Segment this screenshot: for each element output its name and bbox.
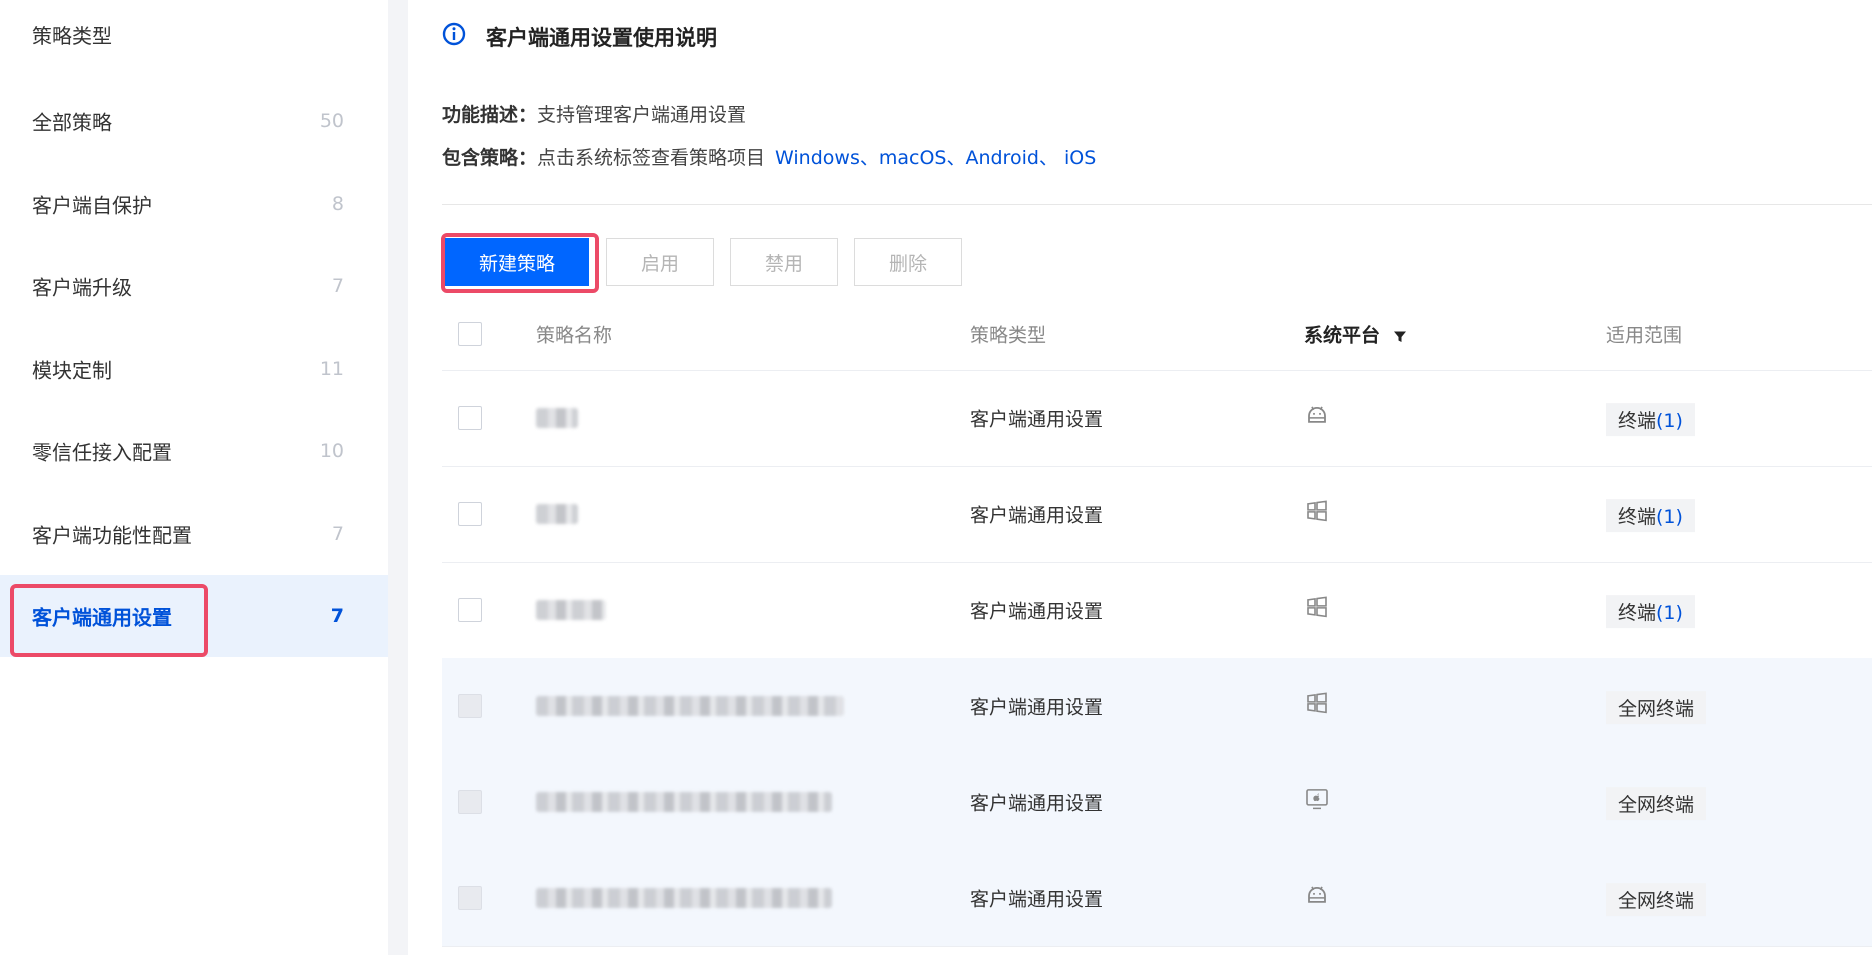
included-policies-label: 包含策略： (442, 147, 538, 169)
windows-icon (1307, 500, 1327, 522)
scope-tag[interactable]: 全网终端 (1606, 883, 1707, 917)
table-header: 策略名称 策略类型 系统平台 适用范围 (442, 298, 1872, 371)
windows-icon (1307, 692, 1327, 714)
table-row[interactable]: 客户端通用设置 全网终端 (442, 658, 1872, 755)
disable-button[interactable]: 禁用 (730, 238, 838, 286)
row-checkbox (458, 790, 482, 814)
sidebar-item-upgrade[interactable]: 客户端升级 7 (0, 245, 388, 327)
table-row[interactable]: 客户端通用设置 终端(1) (442, 562, 1872, 659)
column-scope: 适用范围 (1606, 324, 1683, 347)
android-icon (1308, 886, 1326, 903)
sidebar-item-self-protect[interactable]: 客户端自保护 8 (0, 163, 388, 245)
function-description-label: 功能描述： (442, 104, 538, 126)
table-row[interactable]: 客户端通用设置 全网终端 (442, 754, 1872, 851)
sidebar-item-module-custom[interactable]: 模块定制 11 (0, 328, 388, 410)
row-checkbox[interactable] (458, 502, 482, 526)
sidebar-item-label: 零信任接入配置 (32, 440, 172, 465)
scope-tag[interactable]: 全网终端 (1606, 787, 1707, 821)
table-row[interactable]: 客户端通用设置 全网终端 (442, 850, 1872, 947)
scope-count: (1) (1656, 506, 1683, 529)
row-checkbox[interactable] (458, 406, 482, 430)
policy-type-sidebar: 策略类型 全部策略 50 客户端自保护 8 客户端升级 7 模块定制 11 零信… (0, 0, 388, 955)
redacted-policy-name (536, 696, 844, 716)
sidebar-item-count: 7 (330, 605, 344, 627)
scope-count: (1) (1656, 410, 1683, 433)
delete-button[interactable]: 删除 (854, 238, 962, 286)
sidebar-header: 策略类型 (32, 24, 112, 48)
table-row[interactable]: 客户端通用设置 终端(1) (442, 370, 1872, 467)
row-checkbox[interactable] (458, 598, 482, 622)
sidebar-item-label: 客户端通用设置 (32, 605, 172, 630)
info-title: 客户端通用设置使用说明 (486, 26, 717, 50)
macos-icon (1306, 789, 1328, 810)
sidebar-item-count: 50 (319, 110, 344, 132)
select-all-checkbox[interactable] (458, 322, 482, 346)
function-description-text: 支持管理客户端通用设置 (537, 104, 747, 126)
column-platform-label: 系统平台 (1304, 324, 1381, 347)
redacted-policy-name (536, 792, 832, 812)
sidebar-item-label: 客户端升级 (32, 275, 132, 300)
windows-icon (1307, 596, 1327, 618)
policy-type-cell: 客户端通用设置 (970, 696, 1104, 719)
policy-type-cell: 客户端通用设置 (970, 888, 1104, 911)
sidebar-item-count: 7 (331, 523, 344, 545)
function-description: 功能描述：支持管理客户端通用设置 (442, 100, 746, 127)
included-policies-text: 点击系统标签查看策略项目 (537, 147, 766, 169)
sidebar-item-count: 7 (331, 275, 344, 297)
sidebar-item-zero-trust[interactable]: 零信任接入配置 10 (0, 410, 388, 492)
filter-icon[interactable] (1393, 329, 1407, 343)
column-policy-name: 策略名称 (536, 324, 613, 347)
scope-label: 终端 (1618, 410, 1657, 433)
scope-label: 终端 (1618, 602, 1657, 625)
sidebar-item-count: 8 (331, 193, 344, 215)
android-icon (1308, 406, 1326, 423)
sidebar-item-label: 客户端功能性配置 (32, 523, 192, 548)
sidebar-item-count: 10 (319, 440, 344, 462)
policy-type-cell: 客户端通用设置 (970, 792, 1104, 815)
info-icon (442, 22, 466, 46)
main-panel: 客户端通用设置使用说明 功能描述：支持管理客户端通用设置 包含策略：点击系统标签… (408, 0, 1872, 955)
policy-type-cell: 客户端通用设置 (970, 504, 1104, 527)
redacted-policy-name (536, 600, 606, 620)
sidebar-item-count: 11 (319, 358, 344, 380)
scope-label: 终端 (1618, 506, 1657, 529)
sidebar-item-general-settings[interactable]: 客户端通用设置 7 (0, 575, 388, 657)
scope-label: 全网终端 (1618, 698, 1695, 721)
scope-label: 全网终端 (1618, 890, 1695, 913)
row-checkbox (458, 694, 482, 718)
scope-tag[interactable]: 终端(1) (1606, 595, 1695, 629)
sidebar-item-label: 模块定制 (32, 358, 112, 383)
new-policy-button[interactable]: 新建策略 (445, 238, 589, 286)
sidebar-item-functional-config[interactable]: 客户端功能性配置 7 (0, 493, 388, 575)
sidebar-item-all[interactable]: 全部策略 50 (0, 80, 388, 162)
divider (442, 204, 1872, 205)
sidebar-item-label: 客户端自保护 (32, 193, 152, 218)
scope-label: 全网终端 (1618, 794, 1695, 817)
scope-count: (1) (1656, 602, 1683, 625)
scope-tag[interactable]: 终端(1) (1606, 403, 1695, 437)
redacted-policy-name (536, 888, 832, 908)
policy-type-cell: 客户端通用设置 (970, 408, 1104, 431)
table-row[interactable]: 客户端通用设置 终端(1) (442, 466, 1872, 563)
redacted-policy-name (536, 504, 578, 524)
row-checkbox (458, 886, 482, 910)
enable-button[interactable]: 启用 (606, 238, 714, 286)
platform-links[interactable]: Windows、macOS、Android、 iOS (775, 147, 1096, 169)
sidebar-item-label: 全部策略 (32, 110, 112, 135)
redacted-policy-name (536, 408, 578, 428)
column-policy-type: 策略类型 (970, 324, 1047, 347)
policy-type-cell: 客户端通用设置 (970, 600, 1104, 623)
column-platform[interactable]: 系统平台 (1304, 321, 1407, 348)
scope-tag[interactable]: 终端(1) (1606, 499, 1695, 533)
scope-tag[interactable]: 全网终端 (1606, 691, 1707, 725)
included-policies: 包含策略：点击系统标签查看策略项目 Windows、macOS、Android、 … (442, 143, 1096, 170)
